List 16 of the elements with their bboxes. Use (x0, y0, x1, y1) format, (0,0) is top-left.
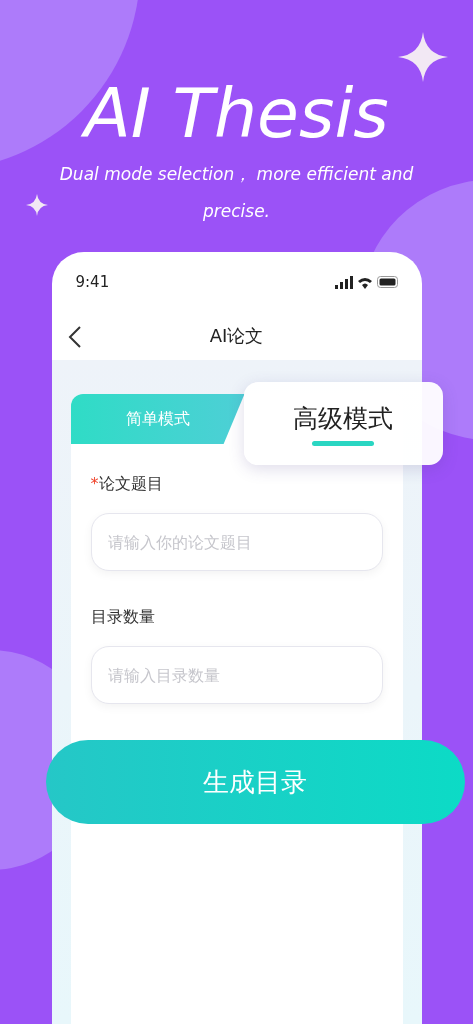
field-label: 论文题目 (98, 474, 163, 493)
status-time: 9:41 (75, 273, 110, 291)
battery-icon (376, 276, 398, 288)
field-label: 目录数量 (90, 607, 155, 626)
wifi-icon (357, 275, 372, 289)
mode-tab[interactable]: 高级模式 (243, 382, 443, 465)
nav-title: AI论文 (209, 324, 264, 348)
signal-icon (334, 275, 353, 289)
back-icon[interactable] (67, 325, 82, 349)
generate-button[interactable]: 生成目录 (45, 740, 465, 824)
required-mark: * (90, 474, 99, 493)
sparkle-icon (398, 32, 448, 82)
sparkle-icon (26, 194, 48, 216)
tab-underline (312, 440, 374, 446)
headline-subtitle: Dual mode selection， more efficient and precise. (58, 163, 415, 223)
mode-tab[interactable]: 简单模式 (70, 394, 245, 444)
